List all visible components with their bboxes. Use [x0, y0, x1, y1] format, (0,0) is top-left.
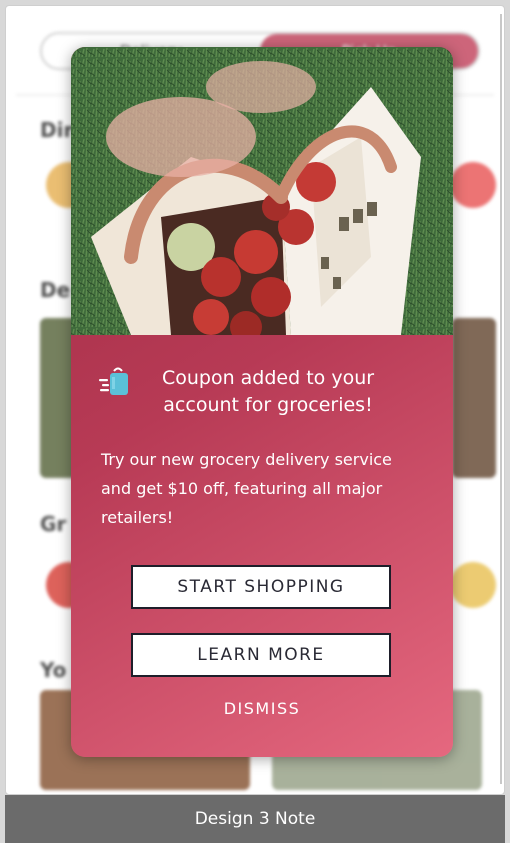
phone-frame: Delivery Pick Up Dir De Gr Yo — [5, 5, 505, 795]
hero-image-grocery-bag — [71, 47, 453, 335]
section-heading: Gr — [40, 512, 67, 536]
coupon-title: Coupon added to your account for groceri… — [161, 367, 375, 416]
section-heading: De — [40, 278, 71, 302]
category-icon[interactable] — [450, 162, 496, 208]
section-heading: Yo — [40, 658, 67, 682]
promo-description: Try our new grocery delivery service and… — [101, 450, 392, 527]
scrollbar[interactable] — [500, 14, 502, 784]
design-note-bar: Design 3 Note — [5, 795, 505, 843]
coupon-message: Coupon added to your account for groceri… — [99, 365, 429, 419]
design-note-label: Design 3 Note — [194, 809, 316, 829]
grocery-store-icon[interactable] — [450, 562, 496, 608]
start-shopping-button[interactable]: START SHOPPING — [131, 565, 391, 609]
section-heading: Dir — [40, 118, 74, 142]
learn-more-button[interactable]: LEARN MORE — [131, 633, 391, 677]
deal-card[interactable] — [452, 318, 496, 478]
coupon-modal: Coupon added to your account for groceri… — [71, 47, 453, 757]
dismiss-link[interactable]: DISMISS — [71, 699, 453, 718]
